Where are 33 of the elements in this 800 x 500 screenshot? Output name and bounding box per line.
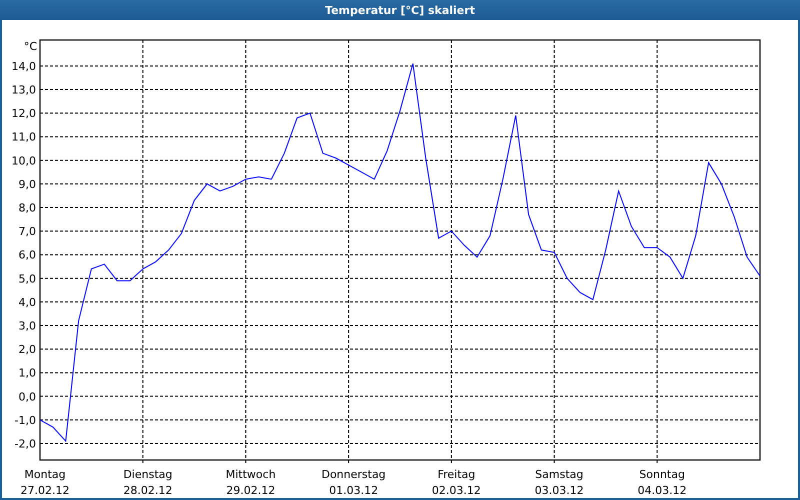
day-label: Samstag <box>535 468 584 481</box>
y-axis-label: 8,0 <box>18 202 36 215</box>
day-label: Donnerstag <box>321 468 386 481</box>
y-axis-label: -1,0 <box>14 414 36 427</box>
y-axis-label: 5,0 <box>18 272 36 286</box>
day-label: Montag <box>24 468 66 481</box>
day-label: Freitag <box>438 468 476 481</box>
y-axis-label: 7,0 <box>18 225 36 238</box>
date-label: 27.02.12 <box>20 484 70 497</box>
y-axis-label: 2,0 <box>18 343 36 356</box>
y-axis-label: 10,0 <box>12 154 36 168</box>
y-axis-label: 6,0 <box>18 248 36 262</box>
y-axis-label: 4,0 <box>18 296 36 309</box>
y-axis-label: 13,0 <box>12 84 36 97</box>
y-axis-label: 0,0 <box>18 390 36 404</box>
date-label: 03.03.12 <box>534 484 584 497</box>
y-axis-label: -2,0 <box>14 437 36 450</box>
y-axis-label: 12,0 <box>12 107 36 120</box>
day-label: Dienstag <box>123 468 172 481</box>
y-axis-label: 14,0 <box>12 60 36 73</box>
date-label: 29.02.12 <box>226 484 276 497</box>
date-label: 04.03.12 <box>638 484 687 497</box>
date-label: 01.03.12 <box>329 484 378 497</box>
y-axis-label: 11,0 <box>12 130 36 144</box>
y-axis-label: 1,0 <box>18 366 36 380</box>
day-label: Sonntag <box>639 468 685 481</box>
window-title: Temperatur [°C] skaliert <box>325 4 475 16</box>
date-label: 28.02.12 <box>123 484 172 497</box>
day-label: Mittwoch <box>226 468 276 481</box>
date-label: 02.03.12 <box>432 484 481 497</box>
y-axis-label: 3,0 <box>18 320 36 332</box>
y-axis-label: 9,0 <box>18 178 36 191</box>
unit-label: °C <box>24 40 37 53</box>
